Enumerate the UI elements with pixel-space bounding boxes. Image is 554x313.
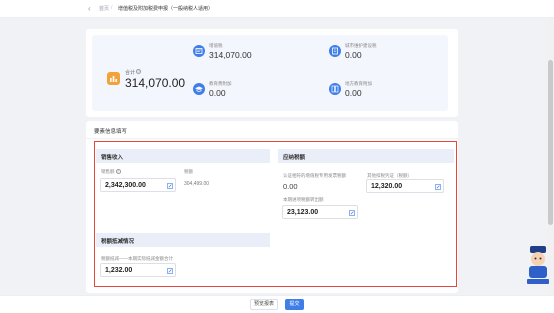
top-bar: ‹ 首页 / 增值税及附加税费申报（一般纳税人适用） [0, 0, 554, 18]
section-title: 要素信息填写 [94, 129, 128, 135]
book-icon [329, 83, 341, 95]
tax-summary-card: 合计? 314,070.00 增值税 314,070.00 城市维护建设税 0.… [86, 29, 458, 117]
assistant-avatar[interactable] [526, 246, 550, 284]
metric-value: 314,070.00 [209, 50, 252, 60]
highlight-frame [94, 141, 457, 287]
vat-document-icon [193, 45, 205, 57]
metric-label: 教育费附加 [209, 81, 232, 86]
bar-chart-icon [107, 72, 120, 85]
metric-value: 0.00 [209, 88, 226, 98]
metric-vat: 增值税 314,070.00 [193, 43, 283, 67]
metric-label: 城市维护建设税 [345, 43, 377, 48]
preview-report-button[interactable]: 预览报表 [250, 299, 278, 310]
scrollbar-thumb[interactable] [548, 60, 553, 225]
submit-button[interactable]: 提交 [285, 299, 304, 310]
metric-urban-construction-tax: 城市维护建设税 0.00 [329, 43, 419, 67]
metric-label: 增值税 [209, 43, 223, 48]
metric-value: 0.00 [345, 88, 362, 98]
total-value: 314,070.00 [125, 76, 186, 90]
metric-education-surcharge: 教育费附加 0.00 [193, 81, 283, 105]
divider [86, 138, 458, 139]
summary-tile: 合计? 314,070.00 增值税 314,070.00 城市维护建设税 0.… [92, 35, 448, 111]
breadcrumb-home[interactable]: 首页 [99, 5, 109, 12]
bottom-action-bar: 预览报表 提交 [0, 295, 554, 313]
breadcrumb-current: 增值税及附加税费申报（一般纳税人适用） [118, 6, 214, 12]
breadcrumb-separator: / [111, 5, 113, 11]
metric-label: 地方教育附加 [345, 81, 372, 86]
total-label: 合计? [125, 69, 142, 76]
metric-value: 0.00 [345, 50, 362, 60]
building-icon [329, 45, 341, 57]
graduation-cap-icon [193, 83, 205, 95]
metric-local-education-surcharge: 地方教育附加 0.00 [329, 81, 419, 105]
help-icon[interactable]: ? [136, 69, 142, 74]
back-arrow-icon[interactable]: ‹ [88, 4, 91, 13]
